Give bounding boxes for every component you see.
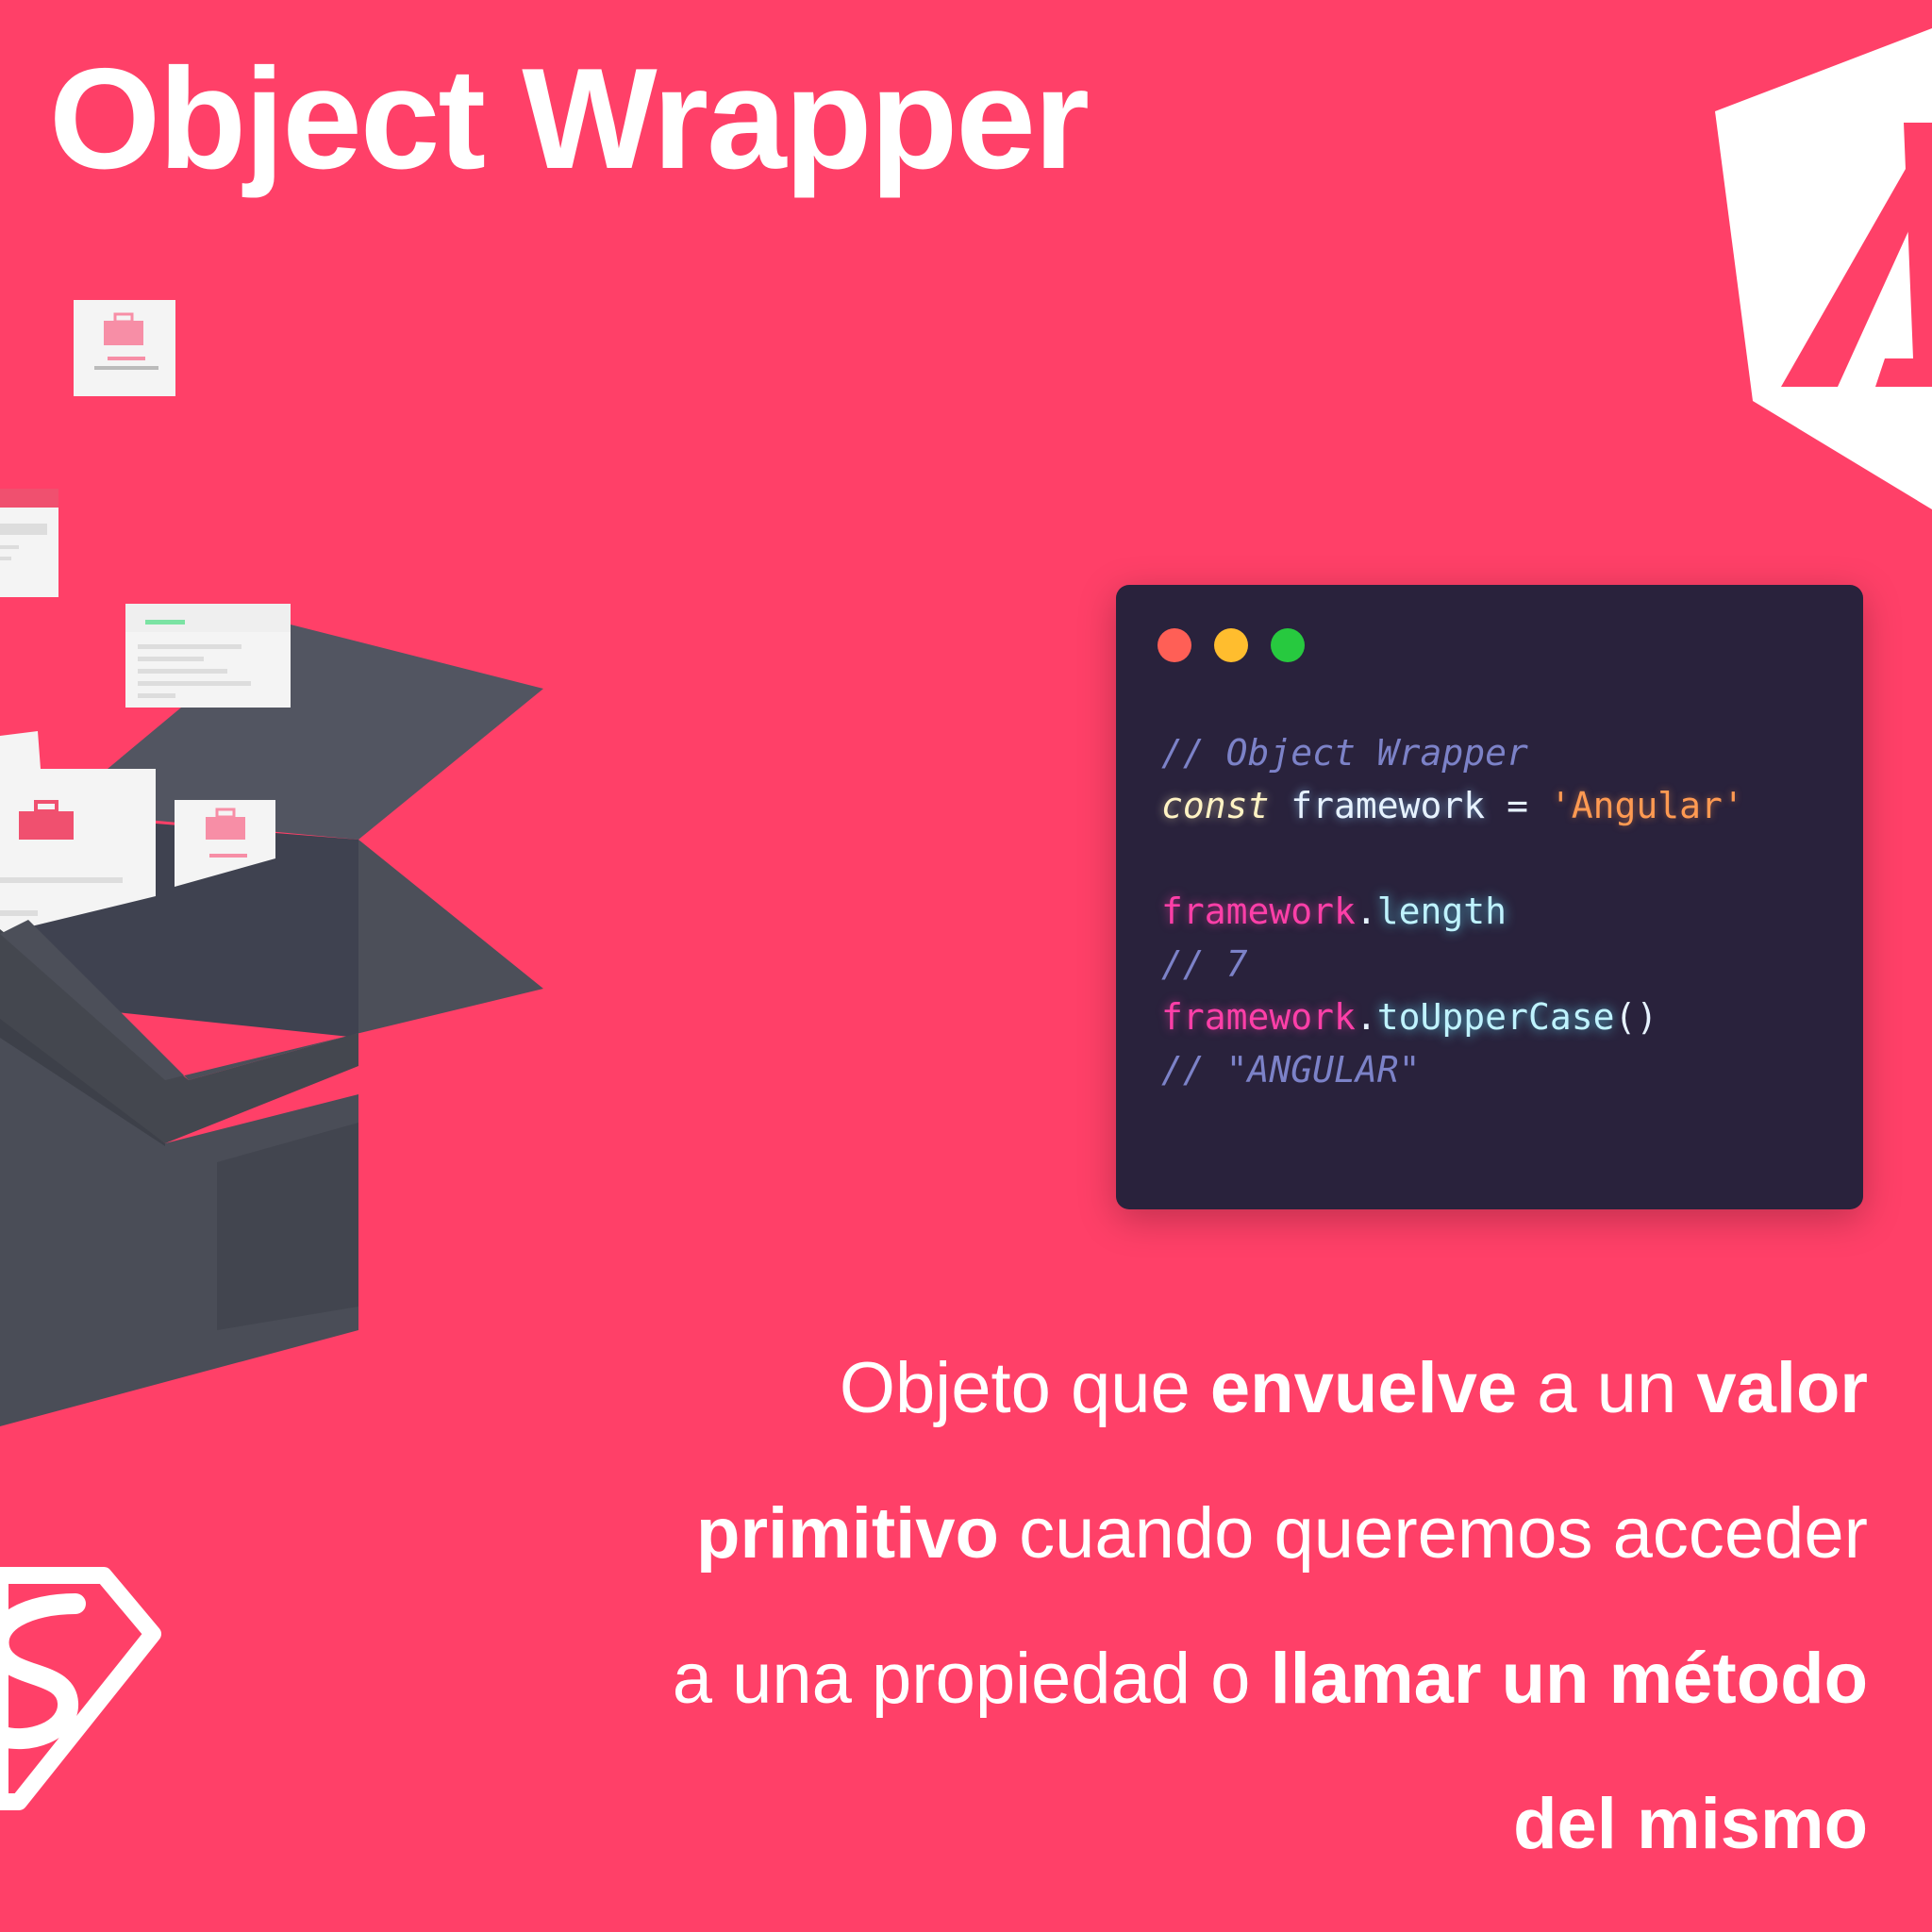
code-parens: () bbox=[1614, 996, 1658, 1038]
code-snippet: // Object Wrapper const framework = 'Angu… bbox=[1161, 726, 1744, 1096]
code-line: // "ANGULAR" bbox=[1161, 1043, 1744, 1096]
maximize-dot-icon bbox=[1271, 628, 1305, 662]
code-identifier: framework bbox=[1291, 785, 1486, 826]
code-variable: framework bbox=[1161, 891, 1356, 932]
code-method: toUpperCase bbox=[1376, 996, 1615, 1038]
code-operator: = bbox=[1507, 785, 1528, 826]
code-line-empty bbox=[1161, 832, 1744, 885]
code-line: const framework = 'Angular' bbox=[1161, 779, 1744, 832]
window-controls bbox=[1158, 628, 1305, 662]
code-keyword: const bbox=[1161, 785, 1270, 826]
code-window: // Object Wrapper const framework = 'Angu… bbox=[1116, 585, 1863, 1209]
page-title: Object Wrapper bbox=[49, 39, 1090, 199]
description-text-part: a un bbox=[1517, 1348, 1697, 1428]
description-text: Objeto que envuelve a un valor primitivo … bbox=[453, 1316, 1868, 1897]
code-line: framework.length bbox=[1161, 885, 1744, 938]
minimize-dot-icon bbox=[1214, 628, 1248, 662]
description-emphasis: envuelve bbox=[1209, 1348, 1518, 1428]
description-emphasis: valor bbox=[1696, 1348, 1868, 1428]
code-dot: . bbox=[1355, 996, 1377, 1038]
code-variable: framework bbox=[1161, 996, 1356, 1038]
code-line: framework.toUpperCase() bbox=[1161, 991, 1744, 1043]
angular-logo-icon bbox=[1715, 28, 1932, 509]
description-text-part: Objeto que bbox=[839, 1348, 1210, 1428]
description-emphasis: primitivo bbox=[696, 1493, 999, 1574]
description-text-part: cuando queremos acceder bbox=[998, 1493, 1868, 1574]
close-dot-icon bbox=[1158, 628, 1191, 662]
code-line: // Object Wrapper bbox=[1161, 726, 1744, 779]
code-comment: // Object Wrapper bbox=[1161, 732, 1528, 774]
description-emphasis: del mismo bbox=[1513, 1784, 1868, 1864]
document-card bbox=[125, 604, 291, 708]
description-text-part: a una propiedad o bbox=[672, 1639, 1271, 1719]
code-dot: . bbox=[1355, 891, 1377, 932]
description-emphasis: llamar un método bbox=[1270, 1639, 1868, 1719]
brand-shield-logo-icon bbox=[0, 1567, 161, 1810]
code-line: // 7 bbox=[1161, 938, 1744, 991]
code-comment: // "ANGULAR" bbox=[1161, 1049, 1421, 1091]
code-string: 'Angular' bbox=[1549, 785, 1744, 826]
code-property: length bbox=[1376, 891, 1507, 932]
open-box-illustration bbox=[0, 300, 543, 1426]
code-comment: // 7 bbox=[1161, 943, 1248, 985]
